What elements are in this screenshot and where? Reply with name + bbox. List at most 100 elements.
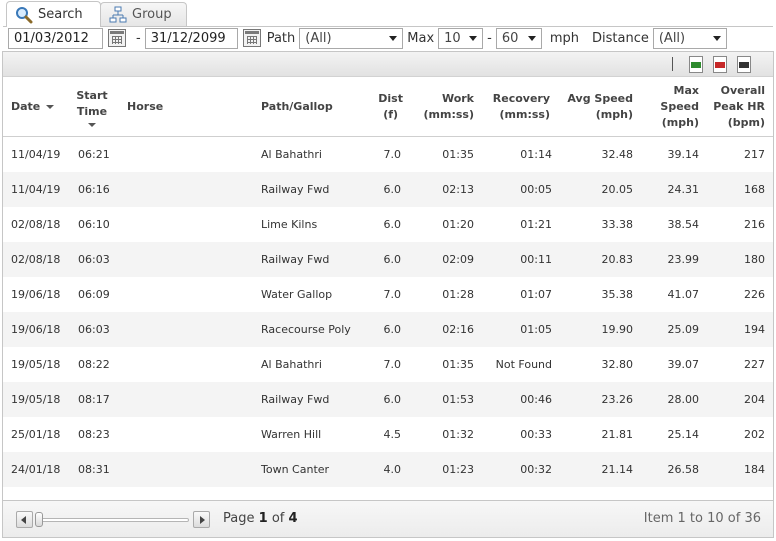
distance-select[interactable]: (All) (652, 27, 727, 49)
table-row[interactable]: 19/06/18 06:09 Water Gallop 7.0 01:28 01:07 35… (3, 277, 773, 312)
column-header-avg-speed-label: Avg Speed (567, 92, 633, 105)
column-header-dist[interactable]: Dist (f) (363, 77, 403, 137)
page-slider-handle[interactable] (35, 512, 43, 527)
next-page-button[interactable] (193, 511, 210, 528)
cell-dist: 7.0 (383, 148, 402, 161)
cell-work: 01:35 (442, 148, 474, 161)
path-label: Path (266, 30, 296, 46)
table-row[interactable]: 19/05/18 08:17 Railway Fwd 6.0 01:53 00:46 23.… (3, 382, 773, 417)
column-header-peak-hr[interactable]: Overall Peak HR (bpm) (711, 77, 765, 137)
column-header-horse[interactable]: Horse (127, 77, 187, 137)
column-header-recovery[interactable]: Recovery (mm:ss) (488, 77, 550, 137)
cell-recovery: 01:05 (520, 323, 552, 336)
cell-work: 01:35 (442, 358, 474, 371)
cell-horse (127, 277, 247, 312)
date-from-input[interactable]: 01/03/2012 (8, 27, 103, 49)
cell-start-time: 06:21 (78, 148, 110, 161)
cell-dist: 6.0 (383, 323, 402, 336)
cell-horse (127, 137, 247, 172)
calendar-icon[interactable] (242, 29, 261, 47)
previous-page-button[interactable] (16, 511, 33, 528)
column-header-recovery-label: Recovery (492, 92, 550, 105)
table-row[interactable]: 11/04/19 06:21 Al Bahathri 7.0 01:35 01:14 32.… (3, 137, 773, 172)
magnifier-icon (15, 6, 33, 24)
table-row[interactable]: 25/01/18 08:23 Warren Hill 4.5 01:32 00:33 21.… (3, 417, 773, 452)
cell-max-speed: 39.14 (667, 148, 700, 161)
tab-group[interactable]: Group (100, 2, 187, 26)
cell-avg-speed: 19.90 (601, 323, 634, 336)
page-slider-track[interactable] (39, 518, 189, 522)
pdf-export-icon[interactable] (713, 56, 727, 73)
cell-max-speed: 26.58 (667, 463, 700, 476)
cell-date: 11/04/19 (11, 148, 61, 161)
cell-recovery: 01:07 (520, 288, 552, 301)
table-row[interactable]: 19/05/18 08:22 Al Bahathri 7.0 01:35 Not Foun… (3, 347, 773, 382)
max-label: Max (407, 30, 435, 46)
cell-horse (127, 172, 247, 207)
column-header-work-label: Work (441, 92, 474, 105)
cell-path: Railway Fwd (261, 393, 330, 406)
cell-path: Water Gallop (261, 288, 333, 301)
cell-recovery: 01:21 (520, 218, 552, 231)
cell-peak-hr: 227 (744, 358, 765, 371)
cell-dist: 4.0 (383, 463, 402, 476)
grid-body: 11/04/19 06:21 Al Bahathri 7.0 01:35 01:14 32.… (3, 137, 773, 499)
column-header-path[interactable]: Path/Gallop (261, 77, 361, 137)
speed-max-select[interactable]: 60 (495, 27, 542, 49)
tab-search[interactable]: Search (6, 1, 101, 27)
table-row[interactable]: 02/08/18 06:03 Railway Fwd 6.0 02:09 00:11 20.… (3, 242, 773, 277)
cell-avg-speed: 32.48 (601, 148, 634, 161)
cell-dist: 4.5 (383, 428, 402, 441)
path-select-value: (All) (305, 30, 332, 46)
cell-work: 01:20 (442, 218, 474, 231)
sort-down-icon (87, 122, 96, 127)
cell-work: 02:13 (442, 183, 474, 196)
column-header-work-unit: (mm:ss) (423, 108, 474, 121)
column-header-path-label: Path/Gallop (261, 100, 333, 113)
column-header-start-time[interactable]: Start Time (73, 77, 111, 137)
column-header-date[interactable]: Date (11, 77, 71, 137)
cell-horse (127, 242, 247, 277)
tab-strip: Search Group (3, 1, 773, 27)
cell-avg-speed: 21.14 (601, 463, 634, 476)
of-word: of (271, 511, 285, 526)
cell-recovery: 00:32 (520, 463, 552, 476)
column-header-max-speed[interactable]: Max Speed (mph) (653, 77, 699, 137)
date-to-input[interactable]: 31/12/2099 (144, 27, 238, 49)
cell-date: 19/06/18 (11, 288, 61, 301)
grid-toolbar (3, 52, 773, 77)
column-header-dist-label: Dist (378, 92, 403, 105)
column-header-recovery-unit: (mm:ss) (499, 108, 550, 121)
table-row[interactable]: 19/06/18 06:03 Racecourse Poly 6.0 02:16 01:0… (3, 312, 773, 347)
table-row[interactable]: 11/04/19 06:16 Railway Fwd 6.0 02:13 00:05 20.… (3, 172, 773, 207)
csv-export-icon[interactable] (737, 56, 751, 73)
column-header-start-time-label: Start (76, 88, 108, 102)
column-header-max-speed-label: Max (673, 84, 699, 97)
cell-start-time: 06:09 (78, 288, 110, 301)
cell-start-time: 08:22 (78, 358, 110, 371)
chevron-down-icon (712, 35, 721, 41)
table-row[interactable]: 02/08/18 06:10 Lime Kilns 6.0 01:20 01:21 33.3… (3, 207, 773, 242)
cell-path: Town Canter (261, 463, 330, 476)
cell-avg-speed: 23.26 (601, 393, 634, 406)
table-row[interactable]: 24/01/18 08:31 Town Canter 4.0 01:23 00:32 21.… (3, 452, 773, 487)
cell-peak-hr: 226 (744, 288, 765, 301)
column-header-avg-speed[interactable]: Avg Speed (mph) (563, 77, 633, 137)
cell-dist: 6.0 (383, 183, 402, 196)
chevron-down-icon (389, 35, 398, 41)
path-select[interactable]: (All) (299, 27, 404, 49)
cell-avg-speed: 32.80 (601, 358, 634, 371)
cell-date: 11/04/19 (11, 183, 61, 196)
cell-start-time: 06:03 (78, 323, 110, 336)
cell-peak-hr: 217 (744, 148, 765, 161)
column-header-work[interactable]: Work (mm:ss) (418, 77, 474, 137)
current-page: 1 (258, 511, 268, 526)
calendar-icon[interactable] (108, 29, 126, 47)
cell-avg-speed: 20.83 (601, 253, 634, 266)
tab-search-label: Search (38, 7, 83, 22)
cell-peak-hr: 204 (744, 393, 765, 406)
speed-min-select[interactable]: 10 (438, 27, 484, 49)
speed-min-value: 10 (444, 30, 461, 46)
cell-peak-hr: 168 (744, 183, 765, 196)
excel-export-icon[interactable] (689, 56, 703, 73)
